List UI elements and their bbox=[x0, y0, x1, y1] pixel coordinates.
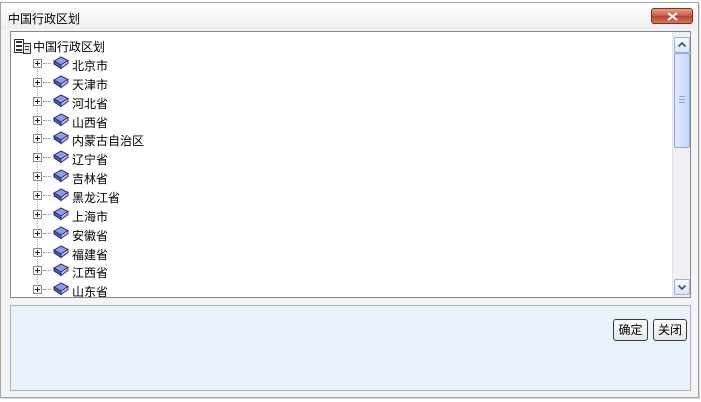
chevron-up-icon bbox=[677, 41, 687, 48]
book-icon bbox=[52, 150, 69, 164]
thumb-grip bbox=[679, 96, 685, 97]
tree-item-label: 黑龙江省 bbox=[72, 190, 121, 205]
tree-item-label: 辽宁省 bbox=[72, 153, 109, 168]
close-dialog-button[interactable]: 关闭 bbox=[653, 319, 687, 341]
tree-connector bbox=[43, 138, 51, 140]
tree-root-label: 中国行政区划 bbox=[33, 40, 106, 54]
tree-connector bbox=[43, 100, 51, 102]
plus-box-icon[interactable] bbox=[33, 266, 42, 276]
book-icon bbox=[52, 226, 69, 240]
tree-item-label: 天津市 bbox=[72, 77, 109, 92]
tree-connector bbox=[43, 270, 51, 272]
tree-item-label: 安徽省 bbox=[72, 228, 109, 243]
book-icon bbox=[52, 207, 69, 221]
plus-box-icon[interactable] bbox=[33, 285, 42, 295]
book-icon bbox=[52, 282, 69, 296]
tree-connector bbox=[43, 119, 51, 121]
plus-box-icon[interactable] bbox=[33, 190, 42, 200]
tree-item-label: 上海市 bbox=[72, 209, 109, 224]
tree-item-label: 山东省 bbox=[72, 285, 109, 298]
scroll-up-button[interactable] bbox=[674, 37, 690, 53]
book-icon bbox=[52, 263, 69, 277]
scroll-down-button[interactable] bbox=[674, 279, 690, 295]
book-icon bbox=[52, 169, 69, 183]
tree-connector bbox=[43, 81, 51, 83]
tree-item-label: 北京市 bbox=[72, 59, 109, 73]
region-dialog: 中国行政区划 中国行政区划 北京市天津市河北省山西省内蒙古自治区 辽宁省吉林省黑龙… bbox=[0, 2, 699, 398]
close-button[interactable] bbox=[651, 8, 693, 24]
dialog-titlebar[interactable]: 中国行政区划 bbox=[1, 3, 698, 29]
plus-box-icon[interactable] bbox=[33, 172, 42, 182]
plus-box-icon[interactable] bbox=[33, 153, 42, 163]
tree-item-label: 吉林省 bbox=[72, 172, 109, 187]
book-icon bbox=[52, 56, 69, 70]
plus-box-icon[interactable] bbox=[33, 59, 42, 68]
thumb-grip bbox=[679, 102, 685, 103]
dialog-title: 中国行政区划 bbox=[8, 12, 81, 26]
book-icon bbox=[52, 244, 69, 258]
book-icon bbox=[52, 94, 69, 108]
plus-box-icon[interactable] bbox=[33, 134, 42, 144]
plus-box-icon[interactable] bbox=[33, 247, 42, 257]
tree-item-label: 福建省 bbox=[72, 247, 109, 262]
scroll-thumb[interactable] bbox=[674, 53, 690, 148]
tree-connector bbox=[43, 289, 51, 291]
plus-box-icon[interactable] bbox=[33, 77, 42, 87]
book-icon bbox=[52, 75, 69, 89]
tree-connector bbox=[43, 194, 51, 196]
book-icon bbox=[52, 188, 69, 202]
tree-item-label: 山西省 bbox=[72, 115, 109, 130]
book-icon bbox=[52, 112, 69, 127]
plus-box-icon[interactable] bbox=[33, 96, 42, 106]
tree-connector bbox=[43, 157, 51, 159]
tree-item-label: 江西省 bbox=[72, 266, 109, 281]
button-panel: 确定 关闭 bbox=[10, 305, 691, 391]
tree-connector bbox=[43, 251, 51, 253]
tree-connector bbox=[43, 213, 51, 215]
thumb-grip bbox=[679, 99, 685, 100]
plus-box-icon[interactable] bbox=[33, 209, 42, 219]
region-tree[interactable]: 中国行政区划 北京市天津市河北省山西省内蒙古自治区 辽宁省吉林省黑龙江省上海市安徽… bbox=[10, 31, 691, 298]
confirm-button[interactable]: 确定 bbox=[613, 319, 648, 341]
chevron-down-icon bbox=[677, 284, 687, 291]
plus-box-icon[interactable] bbox=[33, 228, 42, 238]
tree-connector bbox=[43, 176, 51, 178]
tree-root-icon bbox=[14, 39, 31, 54]
tree-scrollbar[interactable] bbox=[672, 32, 690, 297]
close-icon bbox=[667, 12, 678, 21]
tree-connector bbox=[43, 232, 51, 234]
tree-connector bbox=[43, 63, 51, 64]
tree-item-label: 内蒙古自治区 bbox=[72, 134, 145, 149]
plus-box-icon[interactable] bbox=[33, 115, 42, 125]
book-icon bbox=[52, 131, 69, 145]
tree-item-label: 河北省 bbox=[72, 96, 109, 111]
